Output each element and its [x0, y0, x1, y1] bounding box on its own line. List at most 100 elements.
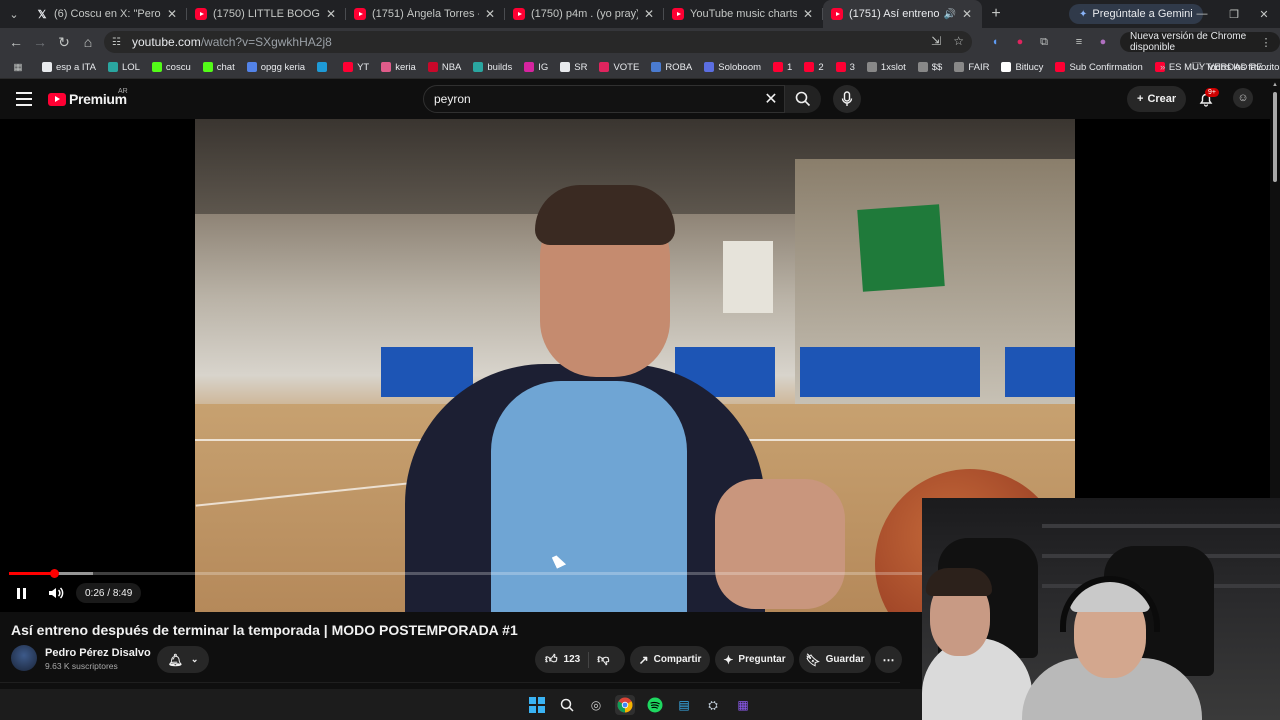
bookmark-item[interactable]: Sub Confirmation	[1049, 56, 1148, 78]
voice-search-button[interactable]	[833, 85, 861, 113]
reload-icon[interactable]: ↻	[54, 32, 74, 52]
bookmark-item[interactable]: SR	[554, 56, 593, 78]
volume-icon[interactable]	[45, 582, 67, 604]
extension-wave-icon[interactable]: ◖	[987, 34, 1003, 50]
thumbs-down-icon[interactable]: 👎︎	[597, 652, 609, 667]
tab-close-icon[interactable]: ✕	[165, 7, 179, 21]
bookmark-item[interactable]: esp a ITA	[36, 56, 102, 78]
youtube-icon	[672, 8, 684, 20]
windows-start-icon[interactable]	[527, 695, 547, 715]
browser-tab-active[interactable]: (1751) Así entreno después 🔊 ✕	[823, 0, 982, 28]
browser-tab[interactable]: (1751) Ángela Torres - torpe (O ✕	[346, 0, 505, 28]
site-info-icon[interactable]: ☷	[112, 37, 126, 48]
scrubber-handle[interactable]	[49, 569, 59, 578]
create-button[interactable]: + Crear	[1127, 86, 1187, 112]
install-app-icon[interactable]: ⇲	[931, 34, 941, 48]
new-tab-button[interactable]: +	[982, 5, 1010, 23]
menu-hamburger-icon[interactable]	[16, 92, 32, 106]
browser-tab[interactable]: (1750) p4m . (yo pray) - YouTub ✕	[505, 0, 664, 28]
more-actions-button[interactable]: ⋯	[875, 646, 902, 673]
minimize-icon[interactable]: —	[1186, 0, 1218, 28]
sparkle-icon: ✦	[1079, 8, 1088, 20]
twitch-studio-icon[interactable]: ▦	[733, 695, 753, 715]
like-count[interactable]: 123	[564, 654, 581, 665]
bookmark-item[interactable]: builds	[467, 56, 518, 78]
scroll-up-icon[interactable]: ▲	[1271, 82, 1279, 88]
browser-tab[interactable]: YouTube music charts: Argentin ✕	[664, 0, 823, 28]
extensions-puzzle-icon[interactable]: ⧉	[1036, 34, 1052, 50]
bookmark-item[interactable]: Bitlucy	[995, 56, 1049, 78]
channel-avatar[interactable]	[11, 645, 37, 671]
bookmark-star-icon[interactable]: ☆	[953, 34, 964, 48]
account-avatar[interactable]: ☺	[1233, 88, 1253, 108]
browser-tab[interactable]: (1750) LITTLE BOOGIE & POST ✕	[187, 0, 346, 28]
bookmark-label: opgg keria	[260, 61, 306, 73]
window-close-icon[interactable]: ✕	[1248, 0, 1280, 28]
search-box[interactable]: peyron ✕	[423, 85, 785, 113]
media-queue-icon[interactable]: ≡	[1071, 34, 1087, 50]
speaker-icon[interactable]: 🔊	[944, 9, 956, 20]
tab-close-icon[interactable]: ✕	[642, 7, 656, 21]
bookmark-item[interactable]: FAIR	[948, 56, 995, 78]
bookmark-item[interactable]: $$	[912, 56, 949, 78]
youtube-premium-logo[interactable]: Premium AR	[48, 88, 128, 107]
save-button[interactable]: 🔖︎ Guardar	[799, 646, 871, 673]
channel-name[interactable]: Pedro Pérez Disalvo	[45, 647, 151, 659]
ask-button[interactable]: ✦ Preguntar	[715, 646, 794, 673]
more-vert-icon[interactable]: ⋮	[1258, 34, 1274, 50]
bookmark-item[interactable]: chat	[197, 56, 241, 78]
thumbs-up-icon[interactable]: 👍︎	[545, 652, 558, 667]
home-icon[interactable]: ⌂	[78, 32, 98, 52]
bookmark-item[interactable]: NBA	[422, 56, 468, 78]
bookmark-item[interactable]: IG	[518, 56, 554, 78]
bookmark-item[interactable]: YT	[337, 56, 375, 78]
bookmark-item[interactable]: 2	[798, 56, 829, 78]
subscription-bell-button[interactable]: 🔔︎ ⌄	[157, 646, 209, 673]
search-button[interactable]	[785, 85, 821, 113]
chrome-icon[interactable]	[615, 695, 635, 715]
tab-close-icon[interactable]: ✕	[483, 7, 497, 21]
scroll-thumb[interactable]	[1273, 92, 1277, 182]
bookmark-item[interactable]: ROBA	[645, 56, 698, 78]
gemini-button[interactable]: ✦ Pregúntale a Gemini	[1069, 4, 1203, 24]
bookmark-item[interactable]: keria	[375, 56, 422, 78]
bookmark-item[interactable]: VOTE	[593, 56, 645, 78]
tab-close-icon[interactable]: ✕	[960, 7, 974, 21]
bookmark-item[interactable]: LOL	[102, 56, 146, 78]
bookmark-item[interactable]: Soloboom	[698, 56, 767, 78]
tab-search-chevron-icon[interactable]: ⌄	[0, 0, 28, 28]
notepad-icon[interactable]: ▤	[674, 695, 694, 715]
bookmark-item[interactable]: 3	[830, 56, 861, 78]
apps-grid-icon[interactable]: ▦	[0, 56, 36, 78]
browser-tab[interactable]: 𝕏 (6) Coscu en X: "Pero me quería ✕	[28, 0, 187, 28]
tab-close-icon[interactable]: ✕	[324, 7, 338, 21]
bookmark-item[interactable]: 1xslot	[861, 56, 912, 78]
bookmark-item[interactable]	[311, 56, 337, 78]
task-view-icon[interactable]: ◎	[586, 695, 606, 715]
restore-icon[interactable]: ❐	[1218, 0, 1250, 28]
chrome-update-button[interactable]: Nueva versión de Chrome disponible	[1120, 31, 1280, 53]
spotify-icon[interactable]	[645, 695, 665, 715]
bookmark-label: NBA	[441, 61, 462, 73]
pause-button[interactable]	[10, 582, 32, 604]
bookmark-item[interactable]: opgg keria	[241, 56, 311, 78]
progress-bar[interactable]	[9, 569, 922, 578]
bookmark-item[interactable]: 1	[767, 56, 798, 78]
bookmark-label: ROBA	[665, 61, 693, 73]
bookmark-label: VOTE	[613, 61, 640, 73]
search-icon[interactable]	[557, 695, 577, 715]
steam-icon[interactable]: ⛭	[703, 695, 723, 715]
search-input[interactable]: peyron	[424, 92, 758, 106]
address-bar[interactable]: ☷ youtube.com/watch?v=SXgwkhHA2j8 ⇲ ☆	[104, 31, 972, 53]
extension-red-icon[interactable]: ●	[1012, 34, 1028, 50]
profile-icon[interactable]: ●	[1095, 34, 1111, 50]
bookmarks-overflow-button[interactable]: »	[1154, 56, 1171, 78]
share-button[interactable]: ↗ Compartir	[630, 646, 710, 673]
tab-close-icon[interactable]: ✕	[801, 7, 815, 21]
back-arrow-icon[interactable]: ←	[6, 32, 26, 52]
bookmark-favicon-icon	[524, 62, 535, 72]
forward-arrow-icon[interactable]: →	[30, 32, 50, 52]
bookmark-item[interactable]: coscu	[146, 56, 197, 78]
all-bookmarks-button[interactable]: 🗀 Todos los favoritos	[1186, 56, 1280, 78]
clear-search-icon[interactable]: ✕	[758, 89, 784, 109]
